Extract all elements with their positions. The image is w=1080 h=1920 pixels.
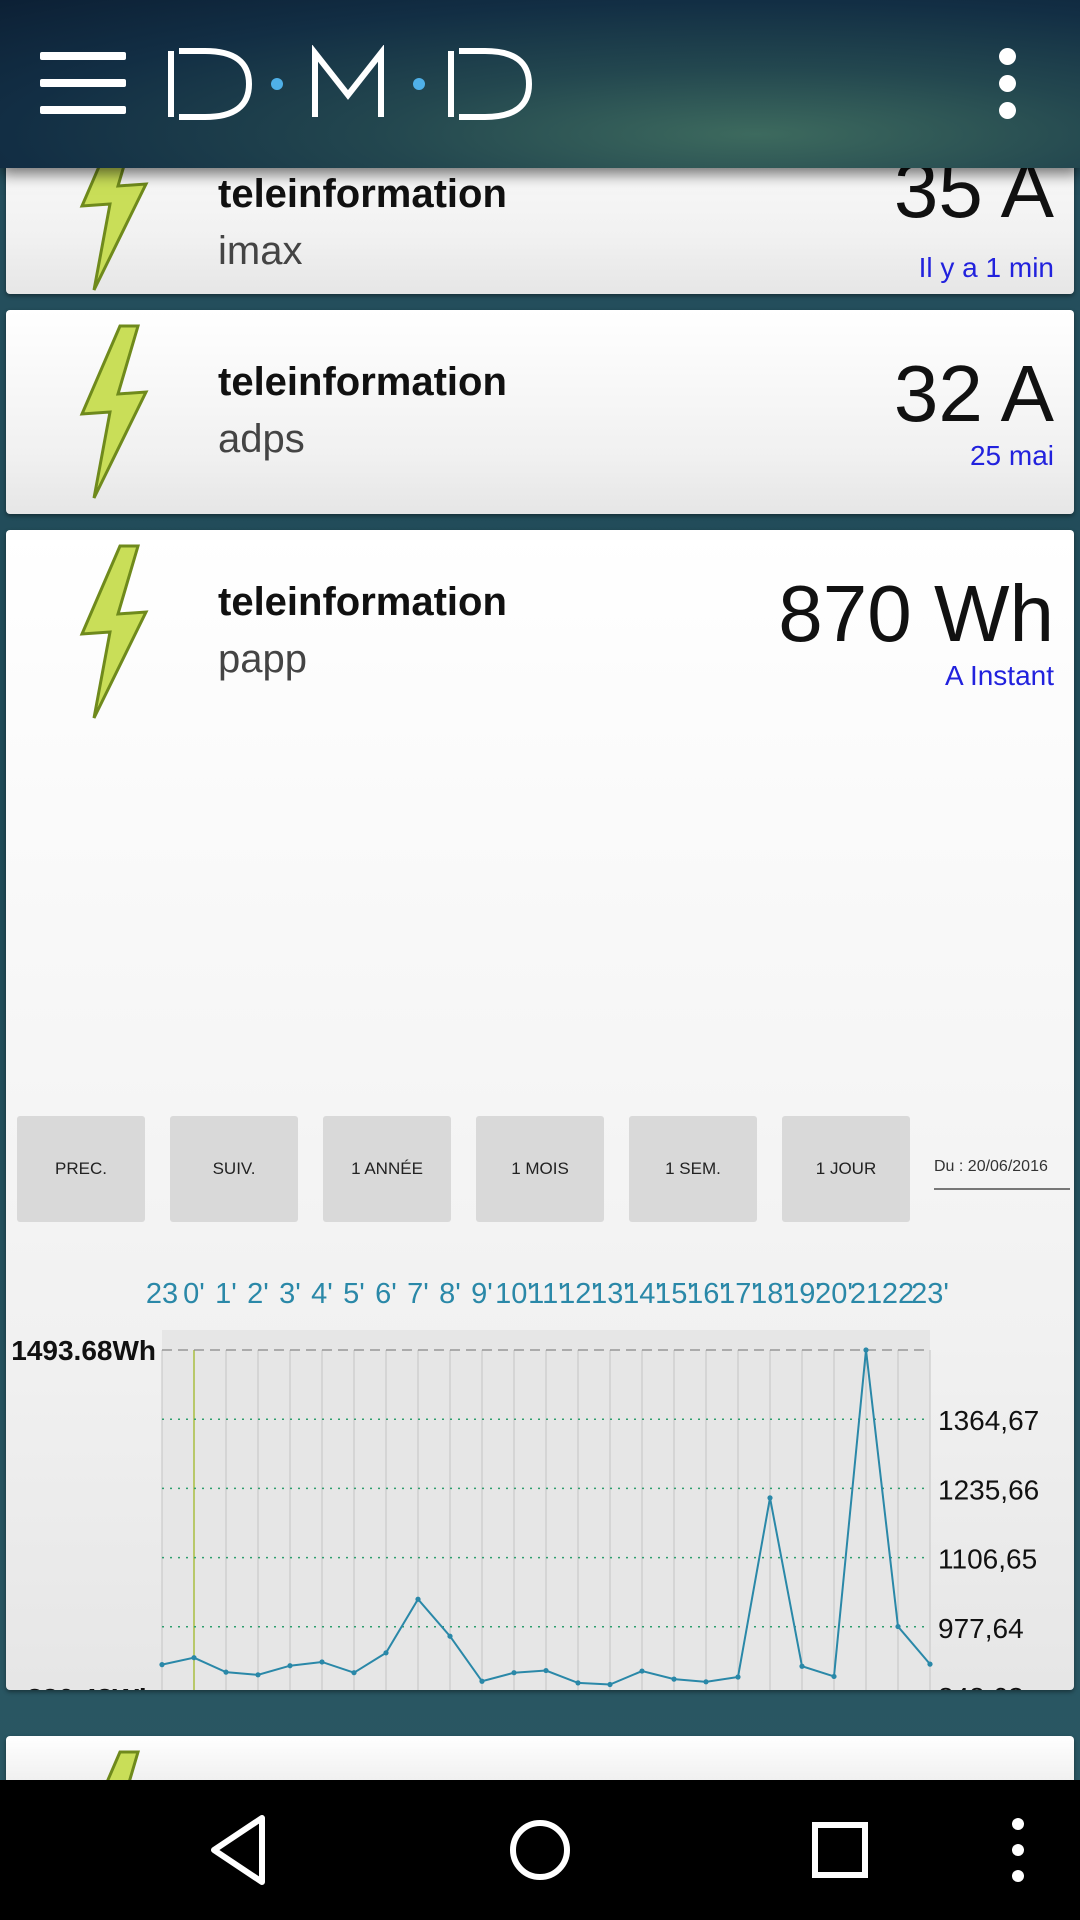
card-subtitle: imax xyxy=(218,229,303,273)
sensor-card-papp[interactable]: teleinformation papp 870 Wh A Instant PR… xyxy=(6,530,1074,1690)
card-timestamp: Il y a 1 min xyxy=(918,252,1054,283)
card-value: 32 A xyxy=(893,349,1054,438)
sensor-card-imax[interactable]: teleinformation imax 35 A Il y a 1 min xyxy=(6,168,1074,294)
y-tick-label: 977,64 xyxy=(938,1613,1024,1644)
data-point xyxy=(703,1679,709,1685)
card-value: 870 Wh xyxy=(778,569,1054,658)
lightning-bolt-icon xyxy=(79,544,149,719)
y-tick-label: 1235,66 xyxy=(938,1474,1039,1505)
card-title: teleinformation xyxy=(218,580,507,624)
card-title: teleinformation xyxy=(218,172,507,216)
data-point xyxy=(895,1623,901,1630)
app-bar xyxy=(0,0,1080,168)
one-week-button[interactable]: 1 SEM. xyxy=(629,1116,757,1222)
x-tick-label: 20' xyxy=(815,1278,853,1310)
menu-icon[interactable] xyxy=(40,52,126,114)
recent-apps-icon[interactable] xyxy=(800,1810,880,1890)
data-point xyxy=(767,1495,773,1501)
data-point xyxy=(607,1681,613,1688)
x-tick-label: 9' xyxy=(471,1278,493,1310)
y-tick-label: 1364,67 xyxy=(938,1405,1039,1436)
lightning-bolt-icon xyxy=(79,168,149,291)
data-point xyxy=(479,1678,485,1684)
x-tick-label: 0' xyxy=(183,1278,205,1310)
data-point xyxy=(639,1668,645,1674)
x-tick-label: 8' xyxy=(439,1278,461,1310)
x-tick-label: 22 xyxy=(882,1278,914,1310)
data-point xyxy=(511,1670,517,1676)
data-point xyxy=(223,1669,229,1675)
sensor-card-adps[interactable]: teleinformation adps 32 A 25 mai xyxy=(6,310,1074,514)
lightning-bolt-icon xyxy=(106,1750,141,1780)
dmd-logo xyxy=(168,45,533,120)
x-tick-label: 7' xyxy=(407,1278,429,1310)
data-point xyxy=(863,1347,869,1353)
data-point xyxy=(287,1663,293,1669)
data-point xyxy=(831,1673,837,1680)
x-tick-label: 21 xyxy=(850,1278,882,1310)
card-subtitle: papp xyxy=(218,637,307,681)
x-tick-label: 2' xyxy=(247,1278,269,1310)
data-point xyxy=(927,1661,933,1667)
system-navigation-bar xyxy=(0,1780,1080,1920)
x-tick-label: 23' xyxy=(911,1278,949,1310)
max-value-label: 1493.68Wh xyxy=(11,1335,156,1366)
one-day-button[interactable]: 1 JOUR xyxy=(782,1116,910,1222)
x-tick-label: 5' xyxy=(343,1278,365,1310)
data-point xyxy=(447,1633,453,1639)
card-value: 35 A xyxy=(893,168,1054,234)
next-period-button[interactable]: SUIV. xyxy=(170,1116,298,1222)
x-tick-label: 1' xyxy=(215,1278,237,1310)
data-point xyxy=(735,1674,741,1680)
card-timestamp: 25 mai xyxy=(969,440,1054,471)
data-point xyxy=(255,1672,261,1678)
home-icon[interactable] xyxy=(500,1810,580,1890)
data-point xyxy=(415,1596,421,1602)
x-tick-label: 6' xyxy=(375,1278,397,1310)
card-timestamp: A Instant xyxy=(945,660,1054,691)
one-year-button[interactable]: 1 ANNÉE xyxy=(323,1116,451,1222)
data-point xyxy=(575,1680,581,1686)
card-subtitle: adps xyxy=(218,417,305,461)
data-point xyxy=(799,1663,805,1669)
data-point xyxy=(159,1662,165,1668)
data-point xyxy=(671,1676,677,1682)
y-tick-label: 1106,65 xyxy=(938,1544,1037,1575)
power-chart: 1364,67 1235,66 1106,65 977,64 848,63 1493.68… xyxy=(11,1278,1039,1690)
sensor-card-next[interactable] xyxy=(6,1736,1074,1780)
x-tick-label: 4' xyxy=(311,1278,333,1310)
y-tick-label: 848,63 xyxy=(938,1682,1024,1690)
one-month-button[interactable]: 1 MOIS xyxy=(476,1116,604,1222)
x-tick-label: 23 xyxy=(146,1278,178,1310)
data-point xyxy=(319,1659,325,1665)
nav-overflow-icon[interactable] xyxy=(978,1810,1058,1890)
previous-period-button[interactable]: PREC. xyxy=(17,1116,145,1222)
x-tick-label: 3' xyxy=(279,1278,301,1310)
data-point xyxy=(351,1670,357,1676)
sensor-list[interactable]: teleinformation imax 35 A Il y a 1 min t… xyxy=(0,168,1080,1780)
data-point xyxy=(191,1655,197,1661)
average-value-label: 826.48Wh xyxy=(27,1683,156,1690)
card-title: teleinformation xyxy=(218,360,507,404)
back-icon[interactable] xyxy=(200,1810,280,1890)
data-point xyxy=(543,1667,549,1674)
data-point xyxy=(383,1650,389,1656)
lightning-bolt-icon xyxy=(79,324,149,499)
overflow-menu-icon[interactable] xyxy=(992,48,1022,122)
start-date-input[interactable]: Du : 20/06/2016 xyxy=(934,1158,1070,1190)
